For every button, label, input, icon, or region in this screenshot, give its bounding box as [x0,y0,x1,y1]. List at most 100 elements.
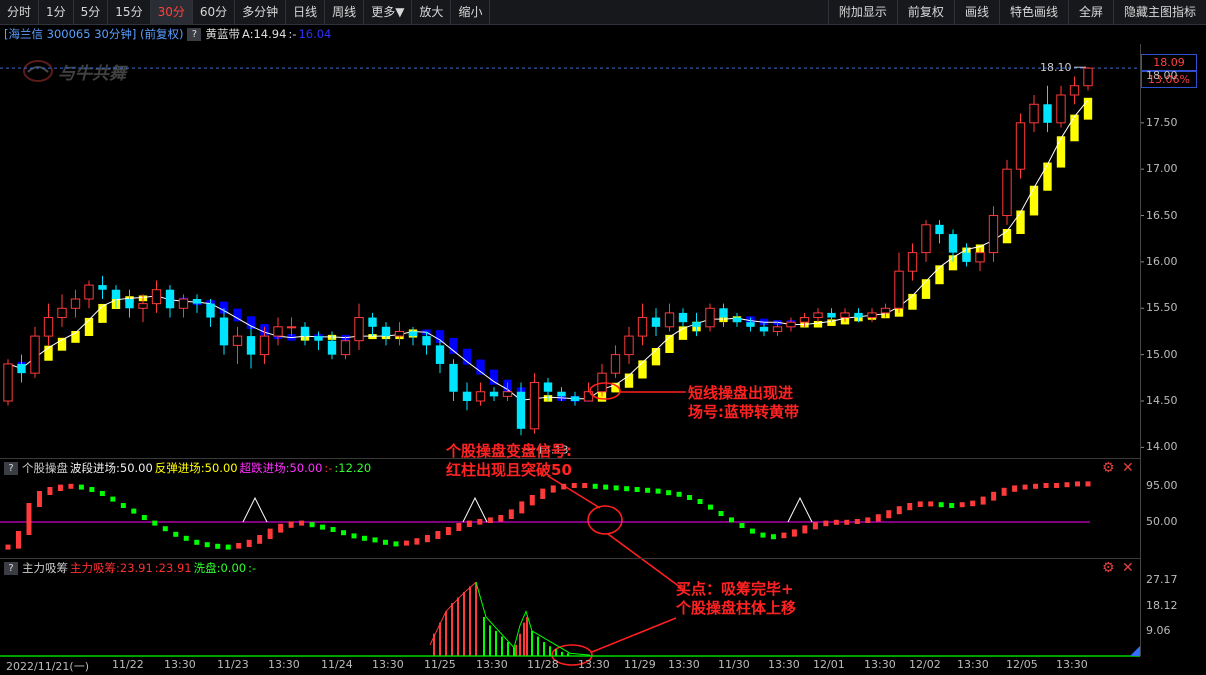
ind1-bar [886,510,892,519]
help-icon[interactable]: ? [4,461,18,475]
gear-icon[interactable]: ⚙ [1102,460,1115,476]
ind1-legend: ? 个股操盘 波段进场:50.00 反弹进场:50.00 超跌进场:50.00 … [0,460,371,476]
candle-body [813,312,823,319]
candle-body [300,326,310,337]
ind1-bar [309,522,315,528]
annotation-entry-signal: 短线操盘出现进 场号:蓝带转黄带 [688,384,799,422]
ind1-bar [529,495,535,506]
x-tick-label: 11/25 [424,658,456,671]
y-tick-label: 18.00 [1146,69,1178,83]
ind1-bar [152,520,158,526]
ind1-bar [341,530,347,536]
ind1-bar [487,517,493,523]
ind1-bar [257,535,263,544]
candle-body [854,312,863,318]
candle-body [610,354,621,374]
candle-body [502,391,513,397]
y-tick-label: 17.50 [1146,115,1178,129]
ind1-bar [57,484,63,491]
candle-body [1043,104,1052,123]
help-icon[interactable]: ? [4,561,18,575]
ind1-bar [760,532,766,538]
x-tick-label: 2022/11/21(一) [6,660,89,673]
candle-body [192,299,202,304]
candle-body [381,326,391,337]
ind1-bar [519,501,525,514]
candle-body [84,284,94,300]
band-segment [935,265,944,285]
ind1-bar [498,515,504,522]
annotation-line: 短线操盘出现进 [688,384,794,402]
candle-body [786,321,796,328]
ind1-l3: 超跌进场:50.00 [239,461,323,475]
ind1-bar [949,503,955,508]
ind1-l5: :12.20 [334,461,372,475]
ind1-bar [718,511,724,516]
ind1-bar [15,531,21,549]
ind1-bar [624,486,630,492]
candle-body [475,391,486,402]
candle-body [840,312,850,319]
ind1-bar [435,531,441,539]
ind1-bar [739,523,745,528]
y-tick-label: 14.00 [1146,440,1178,454]
candle-body [138,303,148,309]
band-segment [1016,210,1025,234]
x-tick-label: 11/29 [624,658,656,671]
ind1-bar [991,491,997,501]
candle-body [489,391,499,397]
candle-body [286,326,297,329]
candle-body [125,299,134,309]
band-segment [1043,162,1052,191]
ind1-bar [26,503,32,535]
ind1-bar [854,519,860,524]
ind1-bar [749,528,755,534]
candle-body [219,317,229,346]
axis-divider [1140,44,1141,656]
band-segment [1083,97,1093,120]
ind1-bar [959,502,965,508]
close-icon[interactable]: ✕ [1122,560,1134,576]
ind2-name: 主力吸筹 [22,561,68,575]
close-icon[interactable]: ✕ [1122,460,1134,476]
band-segment [1029,185,1039,216]
candle-body [907,252,918,272]
high-price-label: 18.10 [1040,61,1072,74]
candle-body [354,317,364,342]
x-tick-label: 11/22 [112,658,144,671]
ind1-bar [424,535,430,543]
ind1-bar [781,532,787,539]
candle-body [1069,85,1080,96]
candle-body [178,298,189,309]
ind1-bar [267,528,273,539]
candle-body [3,363,13,402]
x-tick-label: 13:30 [768,658,800,671]
ind1-bar [802,525,808,534]
gear-icon[interactable]: ⚙ [1102,560,1115,576]
x-tick-label: 13:30 [578,658,610,671]
ind1-bar [288,521,294,528]
annotation-buy-point: 买点：吸筹完毕+ 个股操盘柱体上移 [676,580,796,618]
candle-body [772,326,783,332]
ind1-bar [613,485,619,491]
candle-body [462,391,472,401]
candle-body [732,317,742,323]
corner-marker-icon [1130,646,1140,656]
ind1-bar [382,539,388,545]
ind1-l2: 反弹进场:50.00 [154,461,238,475]
ind1-bar [1012,485,1018,492]
ind1-bar [666,490,672,496]
ind1-bar [141,515,147,520]
candle-body [988,215,999,254]
ind1-bar [403,540,409,546]
x-tick-label: 13:30 [957,658,989,671]
ind2-y-tick-label: 27.17 [1146,573,1178,587]
ind1-bar [68,483,74,489]
annotation-line: 红柱出现且突破50 [446,461,572,479]
ind1-bar [78,484,84,490]
annotation-line: 个股操盘柱体上移 [676,599,797,617]
candle-body [70,298,81,309]
candle-body [165,289,175,309]
ind1-bar [917,501,923,507]
ind1-bar [812,522,818,530]
